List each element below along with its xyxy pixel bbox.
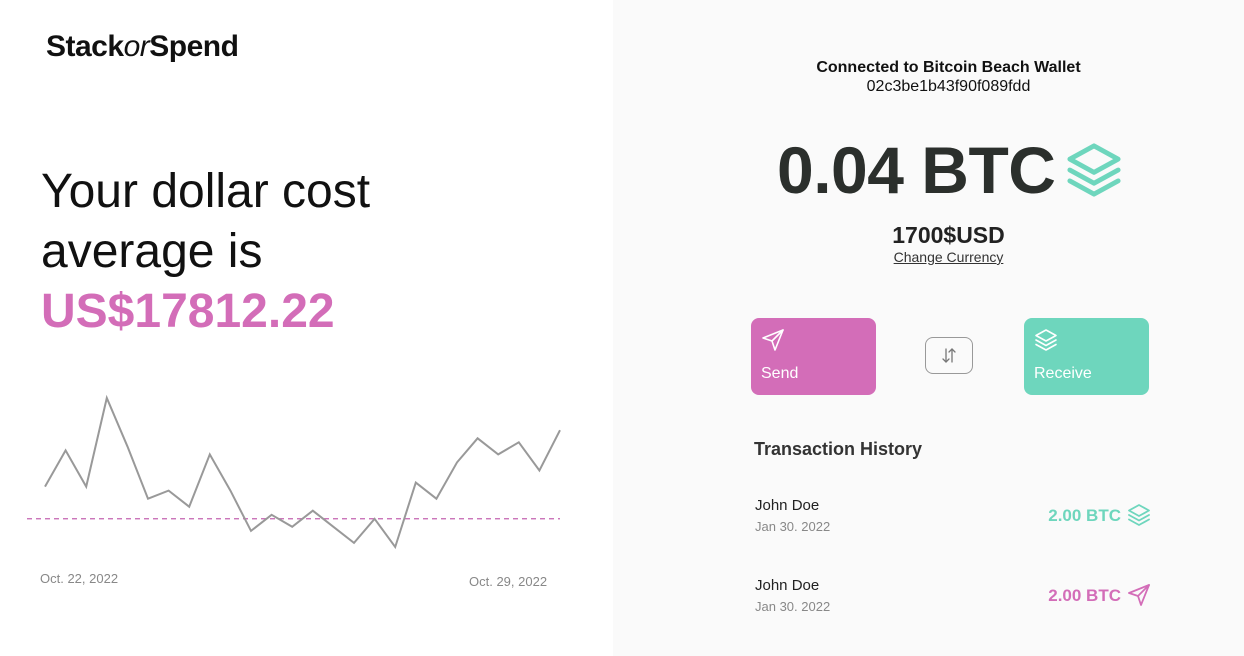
wallet-panel: Connected to Bitcoin Beach Wallet 02c3be… <box>613 0 1244 656</box>
transaction-name: John Doe <box>755 577 820 594</box>
layers-icon <box>1065 141 1123 199</box>
logo-stack: Stack <box>46 30 124 63</box>
transaction-amount: 2.00 BTC <box>1048 586 1121 605</box>
transaction-date: Jan 30. 2022 <box>755 519 831 534</box>
wallet-address: 02c3be1b43f90f089fdd <box>866 78 1031 95</box>
usd-balance: 1700$USD Change Currency <box>613 222 1244 267</box>
receive-button-label: Receive <box>1034 365 1092 382</box>
send-button[interactable]: Send <box>751 318 876 395</box>
swap-arrows-icon <box>939 346 959 366</box>
transaction-date: Jan 30. 2022 <box>755 599 831 614</box>
connected-label: Connected to Bitcoin Beach Wallet <box>816 59 1081 76</box>
logo-or: or <box>123 30 150 63</box>
chart-date-end: Oct. 29, 2022 <box>469 574 548 589</box>
price-series-line <box>44 394 561 550</box>
send-button-label: Send <box>761 365 799 382</box>
left-panel: StackorSpend Your dollar cost average is… <box>0 0 613 656</box>
btc-balance: 0.04 BTC <box>777 130 1123 210</box>
transaction-history-title: Transaction History <box>754 439 923 459</box>
dca-amount: US$17812.22 <box>41 285 335 338</box>
headline-line-2: average is <box>41 225 263 278</box>
change-currency-link[interactable]: Change Currency <box>894 249 1004 265</box>
app-logo[interactable]: StackorSpend <box>46 30 239 64</box>
receive-button[interactable]: Receive <box>1024 318 1149 395</box>
swap-button[interactable] <box>925 337 973 374</box>
layers-icon <box>1034 328 1058 357</box>
chart-date-start: Oct. 22, 2022 <box>40 571 119 586</box>
headline-line-1: Your dollar cost <box>41 165 371 218</box>
usd-balance-value: 1700$USD <box>892 222 1005 248</box>
btc-balance-value: 0.04 BTC <box>777 133 1056 207</box>
transaction-row[interactable]: John Doe Jan 30. 2022 2.00 BTC <box>755 577 1151 617</box>
transaction-name: John Doe <box>755 497 820 514</box>
layers-icon <box>1127 503 1151 532</box>
dca-headline: Your dollar cost average is US$17812.22 <box>41 162 370 342</box>
transaction-row[interactable]: John Doe Jan 30. 2022 2.00 BTC <box>755 497 1151 537</box>
logo-spend: Spend <box>149 30 239 63</box>
price-chart <box>27 394 561 550</box>
connection-status: Connected to Bitcoin Beach Wallet 02c3be… <box>613 59 1244 96</box>
send-icon <box>1127 583 1151 612</box>
send-icon <box>761 328 785 357</box>
transaction-amount: 2.00 BTC <box>1048 506 1121 525</box>
